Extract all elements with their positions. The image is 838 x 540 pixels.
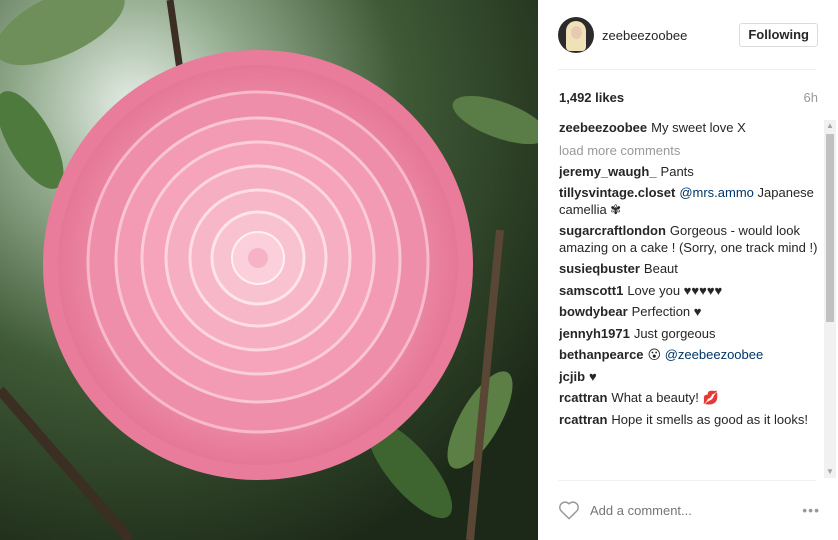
post-photo[interactable] [0,0,538,540]
comments-divider [558,480,816,481]
comment-item: rcattran What a beauty! 💋 [559,390,821,407]
comment-item: susieqbuster Beaut [559,261,821,278]
comment-item: bethanpearce 😮 @zeebeezoobee [559,347,821,364]
scroll-up-arrow-icon[interactable]: ▲ [824,120,836,132]
scroll-down-arrow-icon[interactable]: ▼ [824,466,836,478]
comments-list[interactable]: zeebeezoobee My sweet love X load more co… [559,120,821,478]
comments-scrollbar[interactable]: ▲ ▼ [824,120,836,478]
post-header: zeebeezoobee Following [558,16,818,54]
comment-item: samscott1 Love you ♥♥♥♥♥ [559,283,821,300]
comment-mention[interactable]: @mrs.ammo [679,185,754,200]
scrollbar-thumb[interactable] [826,134,834,322]
comment-author[interactable]: jeremy_waugh_ [559,164,657,179]
avatar[interactable] [558,17,594,53]
comment-author[interactable]: bowdybear [559,304,628,319]
post-side-panel: zeebeezoobee Following 1,492 likes 6h ze… [538,0,838,540]
comment-text: My sweet love X [651,120,746,135]
load-more-comments-link[interactable]: load more comments [559,142,821,159]
more-options-icon[interactable]: ••• [802,502,820,518]
heart-outline-icon[interactable] [558,500,580,520]
comment-item: jennyh1971 Just gorgeous [559,326,821,343]
comment-author[interactable]: zeebeezoobee [559,120,647,135]
comment-text: Love you ♥♥♥♥♥ [627,282,723,298]
post-time[interactable]: 6h [804,90,818,105]
comment-item: bowdybear Perfection ♥ [559,304,821,321]
comment-item: jcjib ♥ [559,369,821,386]
comment-text: Beaut [643,261,678,276]
add-comment-input[interactable] [590,502,770,518]
comment-author[interactable]: susieqbuster [559,261,640,276]
comment-item: rcattran Hope it smells as good as it loo… [559,412,821,429]
caption: zeebeezoobee My sweet love X [559,120,821,137]
comment-text: Pants [660,163,694,179]
comment-mention[interactable]: @zeebeezoobee [665,347,764,362]
following-button[interactable]: Following [739,23,818,47]
camellia-flower [43,50,473,480]
header-divider [558,69,816,70]
comment-author[interactable]: tillysvintage.closet [559,185,675,200]
comment-text: What a beauty! 💋 [611,390,719,405]
add-comment-row: ••• [558,496,820,524]
instagram-post-modal: zeebeezoobee Following 1,492 likes 6h ze… [0,0,838,540]
comment-author[interactable]: samscott1 [559,283,623,298]
likes-count[interactable]: 1,492 likes [559,90,624,105]
comment-item: tillysvintage.closet @mrs.ammo Japanese c… [559,185,821,218]
likes-row: 1,492 likes 6h [559,88,818,106]
comment-author[interactable]: rcattran [559,390,607,405]
comment-author[interactable]: jennyh1971 [559,326,630,341]
comment-text: 😮 [647,347,662,362]
comment-item: sugarcraftlondon Gorgeous - would look am… [559,223,821,256]
comment-author[interactable]: jcjib [559,369,585,384]
post-username[interactable]: zeebeezoobee [602,28,687,43]
comment-text: Just gorgeous [633,325,716,341]
comment-text: ♥ [589,368,597,384]
comment-author[interactable]: sugarcraftlondon [559,223,666,238]
comment-item: jeremy_waugh_ Pants [559,164,821,181]
comment-author[interactable]: bethanpearce [559,347,644,362]
comment-text: Hope it smells as good as it looks! [611,411,808,427]
comment-author[interactable]: rcattran [559,412,607,427]
camellia-photo [0,0,538,540]
comment-text: Perfection ♥ [631,304,702,319]
